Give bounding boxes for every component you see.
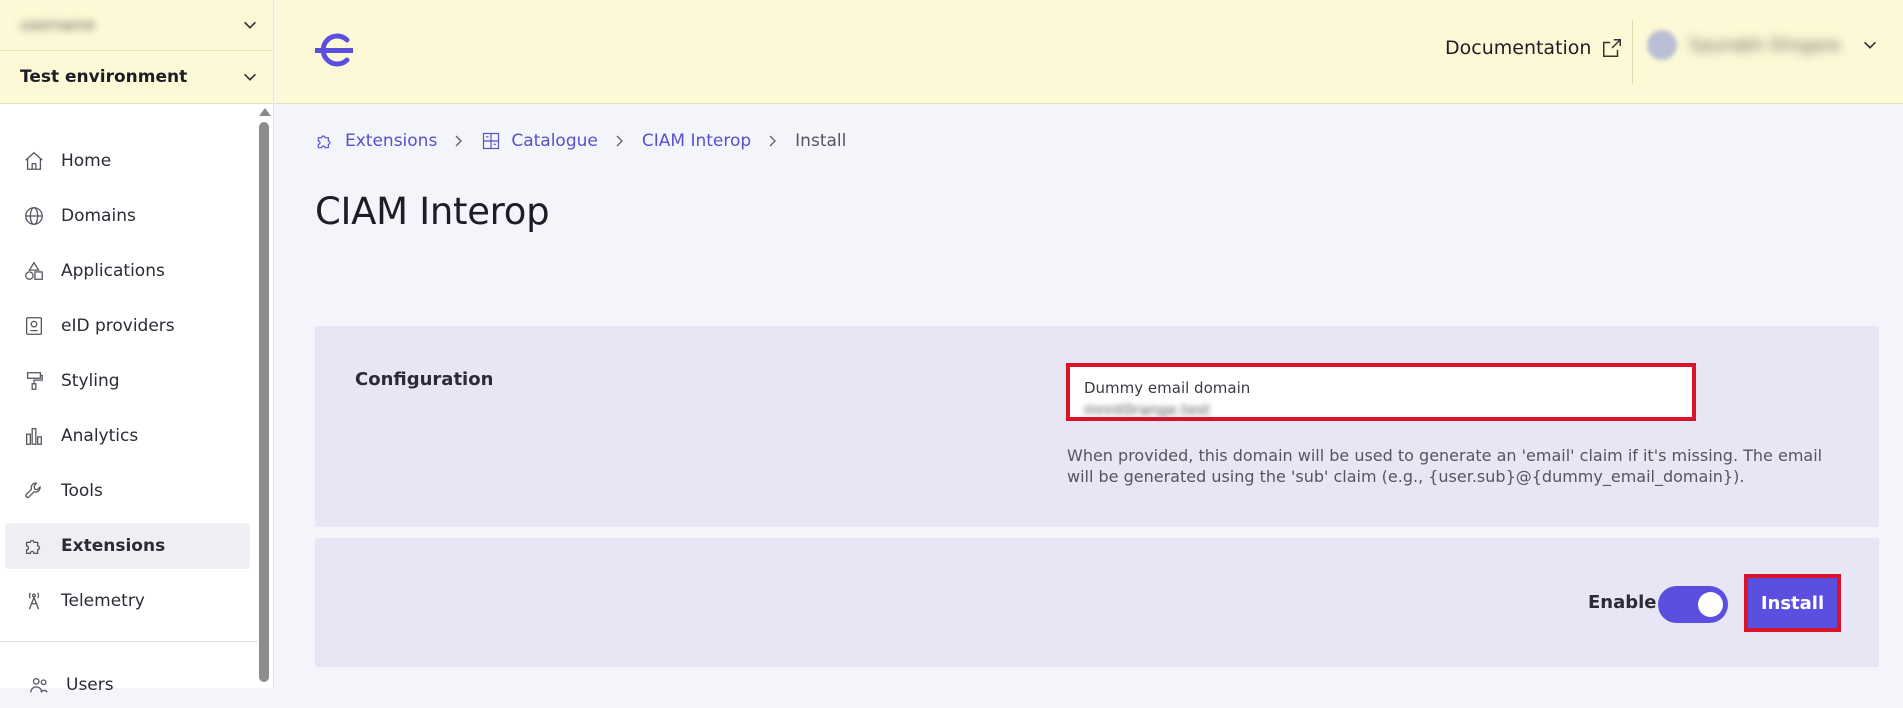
org-name: username [20, 16, 95, 34]
wrench-icon [25, 482, 41, 499]
configuration-panel: Configuration Dummy email domain When pr… [315, 326, 1879, 527]
sidebar-item-label: Analytics [61, 426, 139, 446]
breadcrumb-label: CIAM Interop [641, 131, 752, 151]
paint-roller-icon [26, 372, 43, 390]
sidebar-item-users[interactable]: Users [10, 662, 114, 708]
actions-panel: Enable Install [315, 538, 1879, 667]
sidebar-item-label: Styling [61, 371, 120, 391]
sidebar-item-label: Extensions [61, 536, 166, 556]
install-button[interactable]: Install [1744, 574, 1841, 632]
puzzle-icon [26, 539, 41, 554]
id-card-icon [26, 317, 42, 335]
antenna-icon [28, 592, 40, 610]
sidebar-item-extensions[interactable]: Extensions [5, 523, 250, 569]
sidebar-item-label: Tools [61, 481, 103, 501]
sidebar-item-label: Home [61, 151, 112, 171]
sidebar-item-applications[interactable]: Applications [5, 248, 250, 294]
globe-icon [25, 207, 43, 225]
chevron-down-icon [1864, 41, 1876, 49]
dummy-email-domain-field[interactable]: Dummy email domain [1066, 363, 1696, 421]
breadcrumb-label: Catalogue [511, 131, 598, 151]
breadcrumb-install: Install [795, 131, 846, 151]
shapes-icon [25, 261, 43, 280]
environment-name: Test environment [20, 67, 188, 87]
toggle-knob [1698, 592, 1723, 617]
top-header: Documentation Saurabh Dingare [275, 0, 1903, 104]
user-name: Saurabh Dingare [1689, 34, 1841, 56]
external-link-icon [1603, 39, 1622, 57]
sidebar-item-tools[interactable]: Tools [5, 468, 250, 514]
chevron-right-icon [616, 135, 623, 147]
header-divider [1632, 20, 1633, 84]
sidebar-divider [0, 641, 258, 642]
chevron-down-icon [244, 21, 256, 29]
catalogue-icon [483, 132, 500, 150]
environment-selector[interactable]: Test environment [0, 51, 273, 104]
breadcrumb: Extensions Catalogue CIAM Interop Instal… [315, 131, 846, 151]
documentation-link[interactable]: Documentation [1445, 37, 1623, 59]
org-selector[interactable]: username [0, 0, 273, 51]
sidebar-item-styling[interactable]: Styling [5, 358, 250, 404]
breadcrumb-extensions[interactable]: Extensions [315, 131, 437, 151]
sidebar-item-label: Users [66, 675, 114, 695]
documentation-label: Documentation [1445, 37, 1592, 59]
breadcrumb-catalogue[interactable]: Catalogue [481, 131, 598, 151]
sidebar-nav: Home Domains Applications eID providers … [0, 138, 258, 633]
sidebar-scrollbar[interactable] [259, 108, 271, 688]
breadcrumb-label: Extensions [345, 131, 438, 151]
configuration-heading: Configuration [355, 369, 494, 390]
sidebar-item-label: Domains [61, 206, 136, 226]
field-help-text: When provided, this domain will be used … [1067, 446, 1823, 486]
user-menu[interactable]: Saurabh Dingare [1647, 30, 1879, 60]
enable-toggle[interactable] [1658, 586, 1728, 623]
sidebar-item-eid-providers[interactable]: eID providers [5, 303, 250, 349]
scroll-up-icon[interactable] [259, 108, 271, 116]
logo-icon [315, 33, 353, 67]
sidebar-item-domains[interactable]: Domains [5, 193, 250, 239]
scrollbar-thumb[interactable] [259, 122, 269, 682]
home-icon [25, 151, 43, 170]
sidebar-item-home[interactable]: Home [5, 138, 250, 184]
sidebar-item-analytics[interactable]: Analytics [5, 413, 250, 459]
sidebar-item-label: eID providers [61, 316, 175, 336]
sidebar-item-label: Applications [61, 261, 165, 281]
page-title: CIAM Interop [315, 190, 550, 233]
chevron-right-icon [455, 135, 463, 147]
bar-chart-icon [26, 428, 42, 445]
users-icon [30, 677, 48, 693]
enable-label: Enable [1588, 592, 1657, 613]
sidebar-item-telemetry[interactable]: Telemetry [5, 578, 250, 624]
avatar [1647, 30, 1677, 60]
field-label: Dummy email domain [1084, 379, 1251, 397]
breadcrumb-ciam-interop[interactable]: CIAM Interop [642, 131, 751, 151]
sidebar-item-label: Telemetry [61, 591, 145, 611]
puzzle-icon [317, 135, 331, 149]
dummy-email-domain-input[interactable] [1084, 401, 1644, 419]
chevron-down-icon [244, 73, 256, 81]
breadcrumb-label: Install [795, 131, 847, 151]
sidebar: username Test environment Home Domains A… [0, 0, 274, 695]
chevron-right-icon [769, 135, 777, 147]
